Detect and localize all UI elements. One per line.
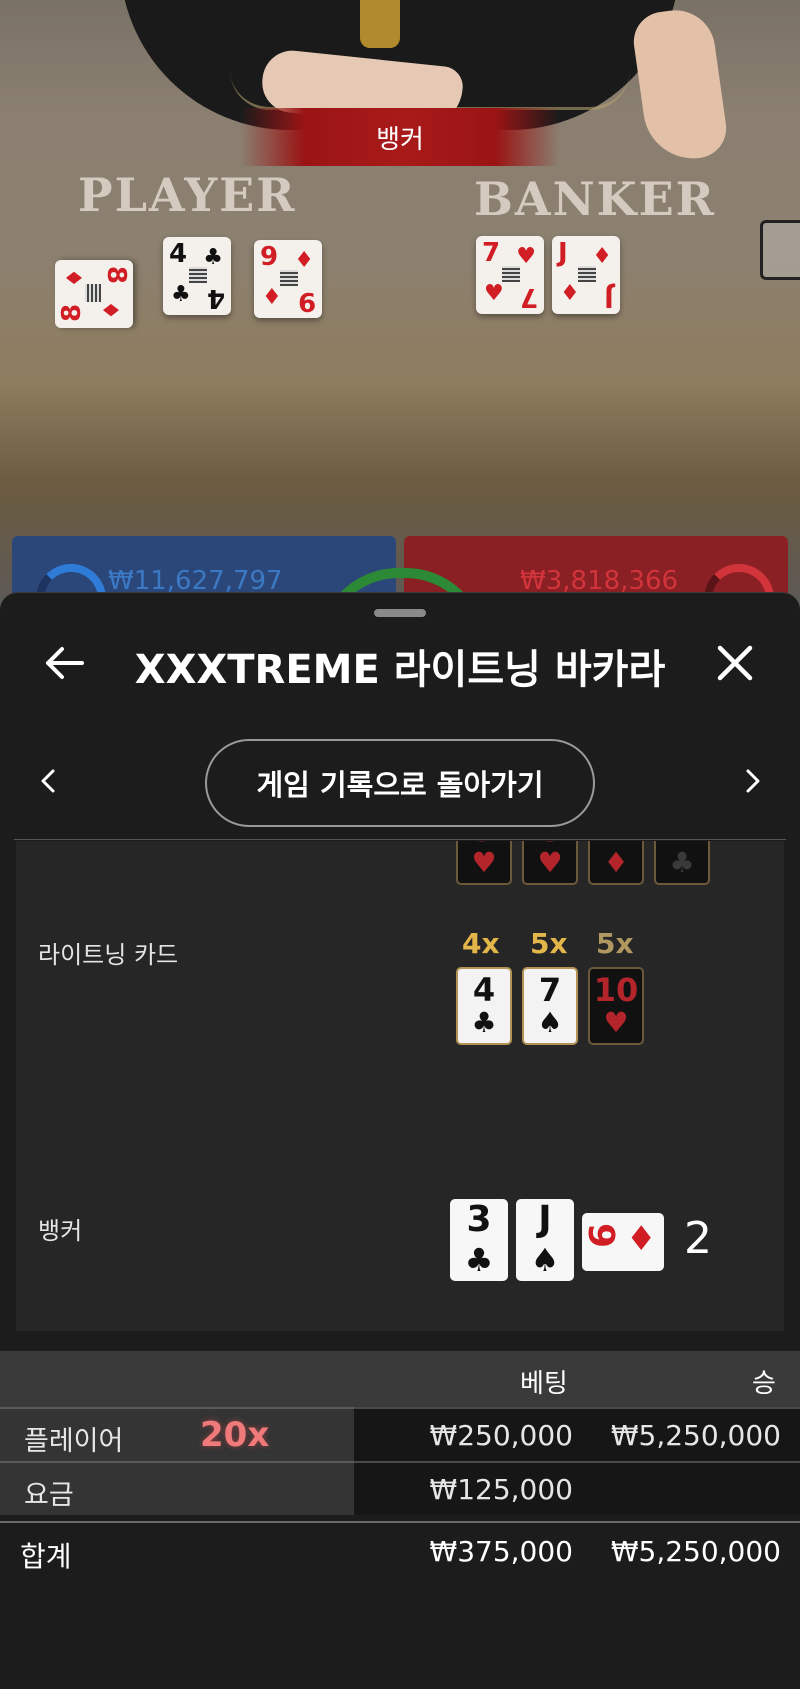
row-label-cell: 플레이어 20x (0, 1407, 354, 1461)
card-barcode (85, 284, 101, 302)
row-win: ₩5,250,000 (610, 1419, 781, 1452)
table-card-player-3: 9 ♦ ♦ 9 (254, 240, 322, 318)
card-suit: ♣ (171, 282, 191, 307)
next-round-button[interactable] (733, 761, 773, 801)
header-win: 승 (752, 1369, 776, 1399)
table-card-player-1: 8 ♦ ♦ 8 (55, 260, 133, 328)
row-label: 요금 (24, 1480, 74, 1511)
card-rank: 3 (466, 1199, 492, 1240)
lightning-multiplier-3: 5x (596, 927, 634, 960)
card-rank: 4 (206, 283, 225, 313)
lightning-multiplier-1: 4x (462, 927, 500, 960)
total-label: 합계 (20, 1540, 72, 1573)
banker-card-3: 9 ♦ (580, 1213, 664, 1271)
lightning-multiplier-2: 5x (530, 927, 568, 960)
card-suit: ♦ (560, 281, 580, 306)
table-card-banker-1: 7 ♥ ♥ 7 (476, 236, 544, 314)
lightning-card-3: 10 ♥ (588, 967, 644, 1045)
row-label: 플레이어 (24, 1426, 124, 1457)
lightning-card-2: 7 ♠ (522, 967, 578, 1045)
sheet-title: XXXTREME 라이트닝 바카라 (134, 647, 666, 693)
bets-table-header: 베팅 승 (0, 1351, 800, 1407)
card-rank: 4 (472, 971, 496, 1009)
card-suit: ♣ (669, 846, 695, 879)
player-card-1: 9 ♥ (456, 841, 512, 885)
total-win: ₩5,250,000 (610, 1535, 781, 1568)
row-value-cell: ₩125,000 (354, 1461, 800, 1515)
card-rank: 10 (593, 971, 639, 1009)
card-suit: ♦ (262, 285, 282, 310)
back-to-history-button[interactable]: 게임 기록으로 돌아가기 (205, 739, 595, 827)
chevron-right-icon (746, 769, 760, 793)
header-divider (14, 839, 786, 840)
card-shoe (760, 220, 800, 280)
previous-round-button[interactable] (28, 761, 68, 801)
card-suit: ♣ (471, 1006, 497, 1039)
card-suit: ♠ (537, 1006, 563, 1039)
card-rank: 9 (260, 242, 279, 272)
row-label-cell: 요금 (0, 1461, 354, 1515)
header-bet: 베팅 (520, 1369, 568, 1399)
card-rank: 8 (101, 266, 131, 285)
player-card-2: 8 ♥ (522, 841, 578, 885)
card-rank: 4 (169, 239, 188, 269)
live-video-feed: 뱅커 PLAYER BANKER 8 ♦ ♦ 8 4 ♣ ♣ 4 9 ♦ ♦ 9… (0, 0, 800, 620)
table-card-player-2: 4 ♣ ♣ 4 (163, 237, 231, 315)
card-suit: ♣ (464, 1241, 494, 1279)
card-barcode (578, 266, 596, 282)
felt-banker-label: BANKER (474, 172, 716, 226)
row-multiplier: 20x (200, 1415, 270, 1455)
banker-score: 2 (684, 1213, 712, 1264)
row-value-cell: ₩250,000 ₩5,250,000 (354, 1407, 800, 1461)
lightning-cards-label: 라이트닝 카드 (38, 941, 179, 969)
felt-player-label: PLAYER (78, 168, 297, 222)
card-rank: J (558, 238, 568, 268)
card-suit: ♠ (530, 1241, 560, 1279)
card-barcode (502, 266, 520, 282)
card-suit: ♥ (484, 281, 504, 306)
close-button[interactable] (705, 633, 765, 693)
winner-banner: 뱅커 (240, 108, 560, 166)
card-suit: ♥ (537, 846, 563, 879)
table-row: 플레이어 20x ₩250,000 ₩5,250,000 (0, 1407, 800, 1461)
card-rank: 7 (519, 282, 538, 312)
back-button[interactable] (34, 633, 94, 693)
card-rank: 9 (297, 286, 316, 316)
close-icon (717, 645, 753, 681)
total-row: 합계 ₩375,000 ₩5,250,000 (0, 1521, 800, 1581)
card-rank: J (538, 1199, 552, 1240)
dealer-right-hand (629, 5, 731, 165)
dealer-tie (360, 0, 400, 48)
game-history-screen: 뱅커 PLAYER BANKER 8 ♦ ♦ 8 4 ♣ ♣ 4 9 ♦ ♦ 9… (0, 0, 800, 1689)
table-card-banker-2: J ♦ ♦ J (552, 236, 620, 314)
row-bet: ₩125,000 (429, 1473, 573, 1506)
sheet-drag-handle[interactable] (374, 609, 426, 617)
chevron-left-icon (41, 769, 55, 793)
card-suit: ♦ (100, 300, 125, 320)
round-detail-scroll[interactable]: 9 ♥ 8 ♥ 7 ♦ 2 ♣ 라이트닝 카드 4x 5x 5x 4 ♣ (16, 841, 784, 1331)
card-rank: 8 (57, 303, 87, 322)
card-rank: 7 (482, 238, 501, 268)
game-detail-sheet: XXXTREME 라이트닝 바카라 게임 기록으로 돌아가기 9 ♥ (0, 592, 800, 1689)
player-card-4: 2 ♣ (654, 841, 710, 885)
card-rank: J (604, 282, 614, 312)
card-barcode (280, 270, 298, 286)
card-suit: ♥ (471, 846, 497, 879)
banker-card-2: J ♠ (516, 1199, 574, 1281)
card-suit: ♦ (626, 1219, 657, 1259)
player-card-3: 7 ♦ (588, 841, 644, 885)
lightning-card-1: 4 ♣ (456, 967, 512, 1045)
arrow-left-icon (46, 647, 84, 679)
banker-row-label: 뱅커 (38, 1217, 83, 1245)
card-rank: 9 (580, 1222, 622, 1249)
banker-card-1: 3 ♣ (450, 1199, 508, 1281)
card-barcode (189, 267, 207, 283)
row-bet: ₩250,000 (429, 1419, 573, 1452)
card-suit: ♥ (603, 1006, 629, 1039)
card-rank: 7 (538, 971, 562, 1009)
table-row: 요금 ₩125,000 (0, 1461, 800, 1515)
total-bet: ₩375,000 (429, 1535, 573, 1568)
card-suit: ♦ (603, 846, 629, 879)
